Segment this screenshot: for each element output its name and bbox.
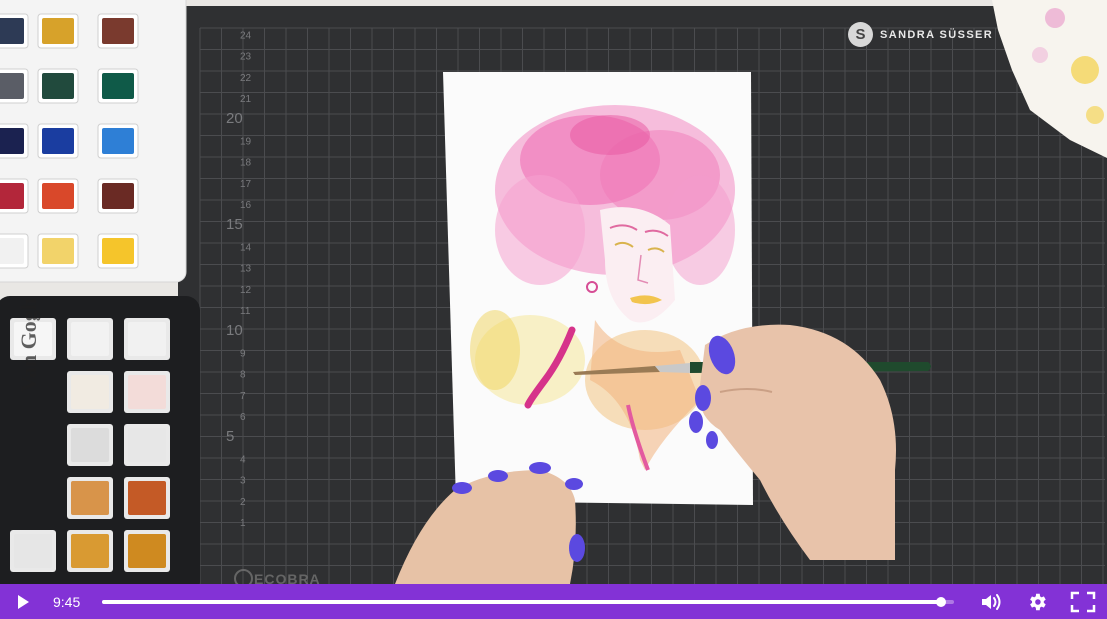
svg-text:18: 18 bbox=[240, 158, 252, 169]
progress-bar[interactable] bbox=[102, 596, 954, 607]
svg-text:24: 24 bbox=[240, 30, 252, 41]
svg-text:8: 8 bbox=[240, 370, 246, 381]
svg-text:23: 23 bbox=[240, 52, 252, 63]
svg-text:20: 20 bbox=[226, 110, 243, 127]
svg-text:13: 13 bbox=[240, 264, 252, 275]
upper-paint-palette bbox=[0, 0, 187, 283]
play-button[interactable] bbox=[9, 588, 37, 616]
svg-text:7: 7 bbox=[240, 391, 246, 402]
svg-text:17: 17 bbox=[240, 179, 252, 190]
video-frame[interactable]: 123456789101112131415161718192021222324 bbox=[0, 0, 1107, 619]
svg-text:4: 4 bbox=[240, 454, 246, 465]
svg-text:16: 16 bbox=[240, 200, 252, 211]
watermark-logo: S bbox=[848, 22, 873, 47]
volume-button[interactable] bbox=[978, 588, 1006, 616]
video-player[interactable]: 1 2 3 4 5 6 7 8 9 10 11 12 13 14 15 16 17 18 19 20 21 22 23 24 bbox=[0, 0, 1107, 619]
svg-text:15: 15 bbox=[226, 216, 243, 233]
play-icon bbox=[18, 594, 29, 609]
svg-text:12: 12 bbox=[240, 285, 252, 296]
volume-icon bbox=[982, 593, 1001, 610]
svg-text:3: 3 bbox=[240, 476, 246, 487]
svg-text:22: 22 bbox=[240, 73, 252, 84]
svg-text:19: 19 bbox=[240, 136, 252, 147]
svg-text:5: 5 bbox=[226, 428, 234, 445]
fullscreen-button[interactable] bbox=[1069, 588, 1097, 616]
svg-text:6: 6 bbox=[240, 412, 246, 423]
progress-played bbox=[102, 599, 942, 604]
svg-text:9: 9 bbox=[240, 348, 246, 359]
svg-text:2: 2 bbox=[240, 497, 246, 508]
gear-icon bbox=[1030, 593, 1046, 610]
svg-text:10: 10 bbox=[226, 322, 243, 339]
svg-text:1: 1 bbox=[240, 518, 246, 529]
svg-text:11: 11 bbox=[240, 306, 251, 317]
settings-button[interactable] bbox=[1024, 589, 1050, 615]
fullscreen-icon bbox=[1070, 591, 1096, 612]
player-control-bar: 9:45 bbox=[0, 584, 1107, 619]
current-time: 9:45 bbox=[53, 593, 81, 610]
palette-brand-label: Van Gogh bbox=[16, 298, 41, 392]
channel-watermark: S SANDRA SÜSSER bbox=[848, 22, 993, 47]
watermark-text: SANDRA SÜSSER bbox=[880, 28, 994, 41]
svg-text:14: 14 bbox=[240, 242, 252, 253]
progress-scrubber[interactable] bbox=[936, 596, 947, 607]
svg-text:21: 21 bbox=[240, 94, 252, 105]
